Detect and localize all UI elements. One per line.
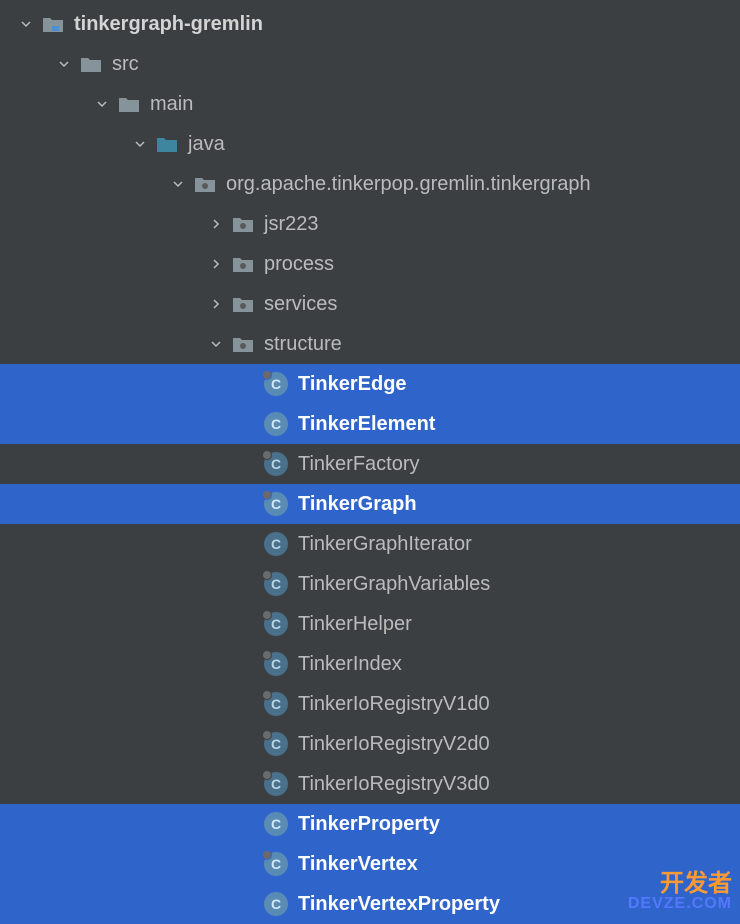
tree-item-class[interactable]: C TinkerIndex — [0, 644, 740, 684]
tree-item-label: TinkerIndex — [298, 653, 402, 676]
tree-item-class[interactable]: C TinkerEdge — [0, 364, 740, 404]
class-icon: C — [264, 812, 288, 836]
tree-item-label: java — [188, 133, 225, 156]
tree-item-class[interactable]: C TinkerFactory — [0, 444, 740, 484]
tree-item-label: TinkerIoRegistryV3d0 — [298, 773, 490, 796]
tree-item-label: TinkerGraph — [298, 493, 417, 516]
tree-item-label: structure — [264, 333, 342, 356]
tree-item-class[interactable]: C TinkerElement — [0, 404, 740, 444]
module-icon — [42, 13, 64, 35]
tree-item-label: TinkerVertex — [298, 853, 418, 876]
chevron-right-icon[interactable] — [206, 294, 226, 314]
tree-item-class[interactable]: C TinkerGraphVariables — [0, 564, 740, 604]
tree-item-label: org.apache.tinkerpop.gremlin.tinkergraph — [226, 173, 591, 196]
tree-item-root[interactable]: tinkergraph-gremlin — [0, 4, 740, 44]
tree-item-class[interactable]: C TinkerHelper — [0, 604, 740, 644]
package-icon — [232, 253, 254, 275]
tree-item-label: tinkergraph-gremlin — [74, 13, 263, 36]
tree-item-label: TinkerVertexProperty — [298, 893, 500, 916]
tree-item-label: TinkerIoRegistryV1d0 — [298, 693, 490, 716]
chevron-down-icon[interactable] — [54, 54, 74, 74]
tree-item-label: TinkerFactory — [298, 453, 420, 476]
tree-item-label: src — [112, 53, 139, 76]
package-icon — [232, 213, 254, 235]
chevron-down-icon[interactable] — [92, 94, 112, 114]
tree-item-jsr223[interactable]: jsr223 — [0, 204, 740, 244]
tree-item-class[interactable]: C TinkerIoRegistryV3d0 — [0, 764, 740, 804]
chevron-right-icon[interactable] — [206, 214, 226, 234]
tree-item-label: TinkerGraphVariables — [298, 573, 490, 596]
tree-item-label: TinkerHelper — [298, 613, 412, 636]
tree-item-class[interactable]: C TinkerGraph — [0, 484, 740, 524]
source-folder-icon — [156, 133, 178, 155]
tree-item-label: main — [150, 93, 193, 116]
class-icon: C — [264, 732, 288, 756]
project-tree: tinkergraph-gremlin src main java — [0, 0, 740, 924]
class-icon: C — [264, 452, 288, 476]
chevron-down-icon[interactable] — [16, 14, 36, 34]
class-icon: C — [264, 612, 288, 636]
tree-item-label: TinkerGraphIterator — [298, 533, 472, 556]
chevron-down-icon[interactable] — [206, 334, 226, 354]
tree-item-services[interactable]: services — [0, 284, 740, 324]
class-icon: C — [264, 772, 288, 796]
class-icon: C — [264, 372, 288, 396]
chevron-right-icon[interactable] — [206, 254, 226, 274]
tree-item-label: jsr223 — [264, 213, 318, 236]
tree-item-label: process — [264, 253, 334, 276]
folder-icon — [80, 53, 102, 75]
tree-item-src[interactable]: src — [0, 44, 740, 84]
chevron-down-icon[interactable] — [168, 174, 188, 194]
class-icon: C — [264, 532, 288, 556]
class-icon: C — [264, 652, 288, 676]
tree-item-process[interactable]: process — [0, 244, 740, 284]
package-icon — [194, 173, 216, 195]
class-icon: C — [264, 892, 288, 916]
folder-icon — [118, 93, 140, 115]
tree-item-label: TinkerIoRegistryV2d0 — [298, 733, 490, 756]
class-icon: C — [264, 412, 288, 436]
package-icon — [232, 333, 254, 355]
package-icon — [232, 293, 254, 315]
tree-item-class[interactable]: C TinkerGraphIterator — [0, 524, 740, 564]
tree-item-label: services — [264, 293, 337, 316]
tree-item-label: TinkerProperty — [298, 813, 440, 836]
tree-item-java[interactable]: java — [0, 124, 740, 164]
tree-item-class[interactable]: C TinkerVertex — [0, 844, 740, 884]
tree-item-class[interactable]: C TinkerProperty — [0, 804, 740, 844]
chevron-down-icon[interactable] — [130, 134, 150, 154]
tree-item-class[interactable]: C TinkerVertexProperty — [0, 884, 740, 924]
tree-item-main[interactable]: main — [0, 84, 740, 124]
class-icon: C — [264, 492, 288, 516]
class-icon: C — [264, 852, 288, 876]
tree-item-label: TinkerEdge — [298, 373, 407, 396]
class-icon: C — [264, 572, 288, 596]
class-icon: C — [264, 692, 288, 716]
tree-item-class[interactable]: C TinkerIoRegistryV2d0 — [0, 724, 740, 764]
tree-item-class[interactable]: C TinkerIoRegistryV1d0 — [0, 684, 740, 724]
tree-item-structure[interactable]: structure — [0, 324, 740, 364]
tree-item-label: TinkerElement — [298, 413, 435, 436]
tree-item-package[interactable]: org.apache.tinkerpop.gremlin.tinkergraph — [0, 164, 740, 204]
